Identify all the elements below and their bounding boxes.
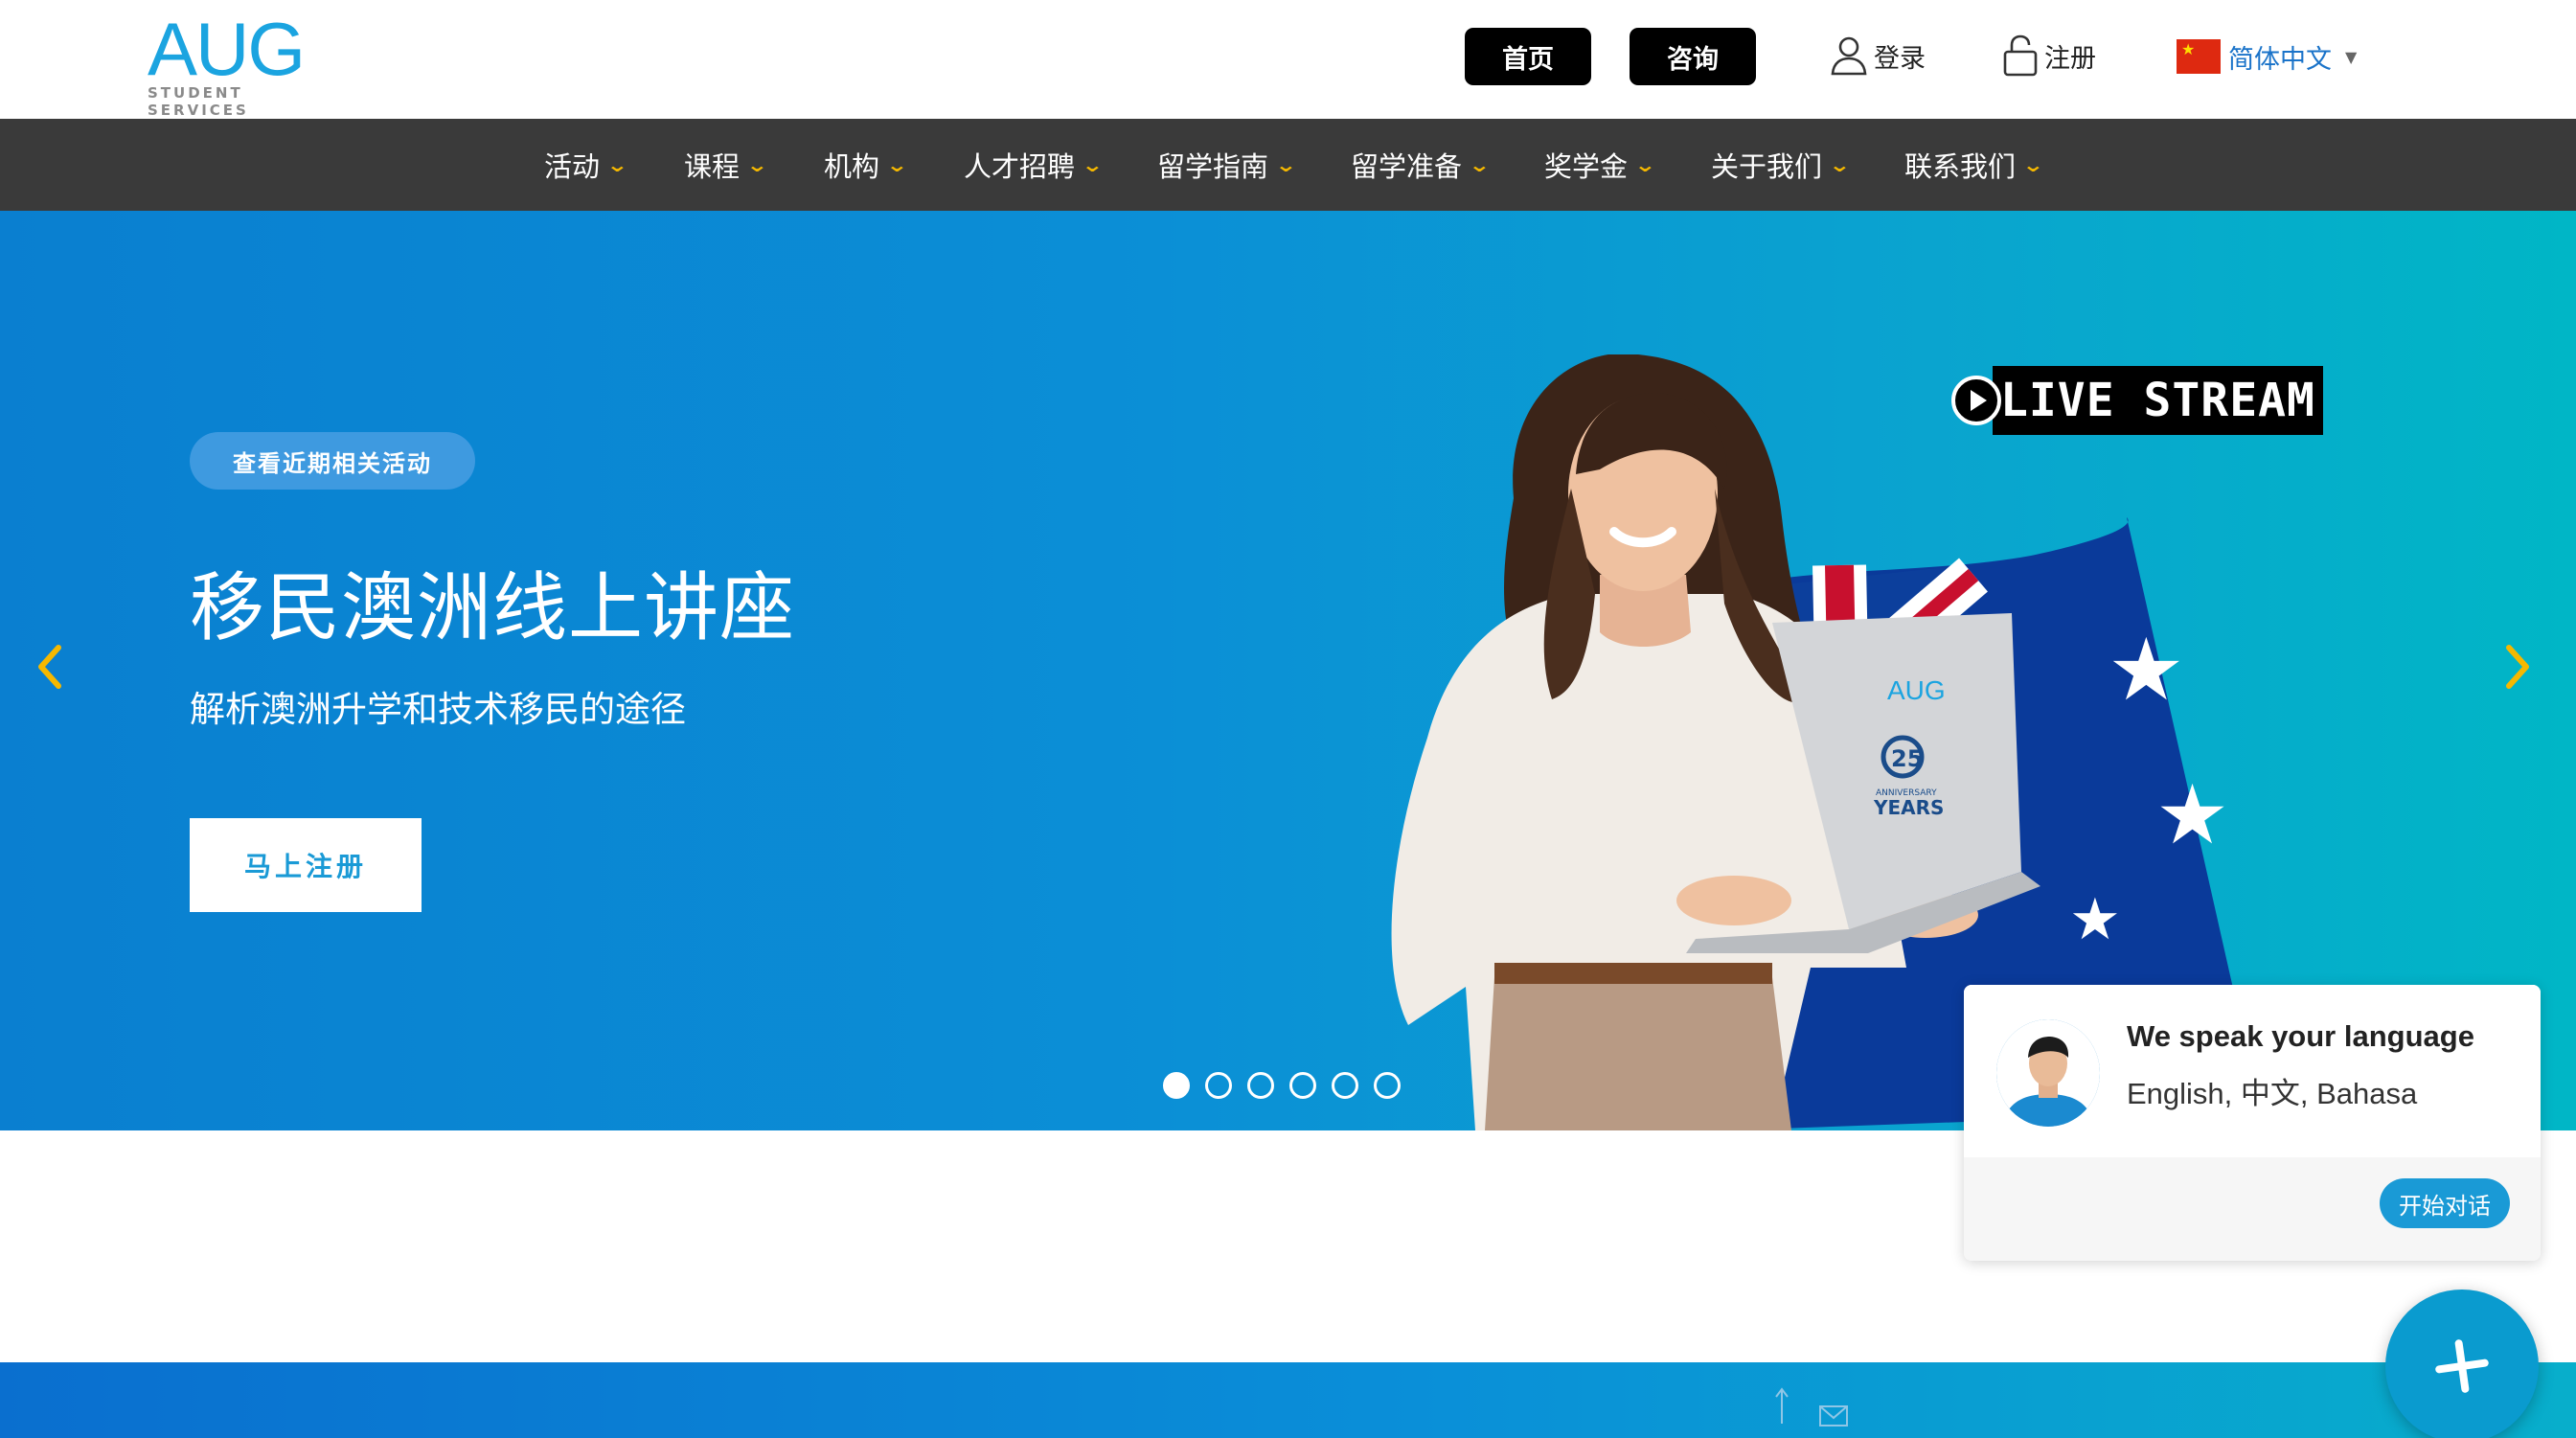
user-icon (1831, 36, 1867, 76)
chat-widget-header: We speak your language English, 中文, Baha… (1964, 985, 2541, 1157)
upcoming-events-pill[interactable]: 查看近期相关活动 (190, 432, 475, 490)
nav-item-study-guide[interactable]: 留学指南 ⌄ (1157, 119, 1298, 211)
hero-title: 移民澳洲线上讲座 (190, 565, 796, 651)
carousel-dot[interactable] (1289, 1072, 1316, 1099)
next-section-band (0, 1362, 2576, 1438)
consult-button[interactable]: 咨询 (1630, 28, 1756, 85)
register-link[interactable]: 注册 (2002, 33, 2096, 79)
chevron-down-icon: ⌄ (605, 153, 629, 176)
logo-subtitle: STUDENT SERVICES (148, 84, 249, 119)
live-stream-badge: LIVE STREAM (1950, 364, 2323, 437)
language-selector[interactable]: 简体中文 ▼ (2177, 34, 2357, 79)
chevron-down-icon: ⌄ (1274, 153, 1298, 176)
caret-down-icon: ▼ (2345, 47, 2358, 66)
chevron-down-icon: ⌄ (885, 153, 909, 176)
carousel-dot[interactable] (1205, 1072, 1232, 1099)
nav-item-label: 关于我们 (1711, 150, 1823, 183)
language-label: 简体中文 (2228, 44, 2332, 75)
chevron-down-icon: ⌄ (1633, 153, 1657, 176)
login-link[interactable]: 登录 (1830, 33, 1926, 79)
nav-item-scholarships[interactable]: 奖学金 ⌄ (1544, 119, 1657, 211)
nav-item-label: 机构 (824, 150, 880, 183)
register-now-button[interactable]: 马上注册 (190, 818, 422, 912)
woman-with-laptop-image: AUG 25 ANNIVERSARY YEARS (1391, 354, 2040, 1130)
top-header: AUG STUDENT SERVICES 首页 咨询 登录 注册 简体中文 ▼ (0, 0, 2576, 119)
page: AUG STUDENT SERVICES 首页 咨询 登录 注册 简体中文 ▼ (0, 0, 2576, 1438)
chat-languages: English, 中文, Bahasa (2127, 1077, 2418, 1110)
hero-subtitle: 解析澳洲升学和技术移民的途径 (190, 689, 686, 730)
laptop-years-text: YEARS (1873, 796, 1944, 819)
nav-item-label: 人才招聘 (964, 150, 1076, 183)
carousel-dot[interactable] (1374, 1072, 1401, 1099)
envelope-icon (1775, 1387, 1848, 1427)
nav-item-label: 联系我们 (1904, 150, 2017, 183)
carousel-next-arrow-icon[interactable] (2498, 638, 2537, 696)
svg-text:★: ★ (2108, 620, 2185, 720)
nav-item-label: 奖学金 (1544, 150, 1629, 183)
chat-title: We speak your language (2127, 1019, 2474, 1053)
chevron-down-icon: ⌄ (2021, 153, 2045, 176)
nav-item-contact[interactable]: 联系我们 ⌄ (1904, 119, 2045, 211)
nav-item-label: 留学准备 (1351, 150, 1463, 183)
china-flag-icon (2177, 39, 2221, 74)
nav-item-label: 课程 (684, 150, 741, 183)
agent-avatar (1996, 1019, 2100, 1127)
nav-item-about[interactable]: 关于我们 ⌄ (1711, 119, 1852, 211)
logo-mark: AUG (148, 7, 306, 91)
aug-logo[interactable]: AUG STUDENT SERVICES (148, 7, 335, 119)
nav-item-institutions[interactable]: 机构 ⌄ (824, 119, 909, 211)
carousel-dot[interactable] (1163, 1072, 1190, 1099)
carousel-dot[interactable] (1247, 1072, 1274, 1099)
home-button[interactable]: 首页 (1465, 28, 1591, 85)
chat-widget: We speak your language English, 中文, Baha… (1964, 985, 2541, 1261)
chat-widget-footer: 开始对话 (1964, 1157, 2541, 1261)
chevron-down-icon: ⌄ (1828, 153, 1852, 176)
register-label: 注册 (2044, 43, 2096, 74)
chevron-down-icon: ⌄ (745, 153, 769, 176)
live-stream-text: LIVE STREAM (1993, 366, 2323, 435)
chevron-down-icon: ⌄ (1468, 153, 1492, 176)
carousel-dots (1163, 1072, 1401, 1099)
carousel-dot[interactable] (1332, 1072, 1358, 1099)
start-chat-button[interactable]: 开始对话 (2380, 1178, 2510, 1228)
chat-toggle-button[interactable] (2385, 1290, 2539, 1438)
nav-item-activities[interactable]: 活动 ⌄ (544, 119, 629, 211)
laptop-25-text: 25 (1891, 745, 1923, 772)
nav-item-label: 留学指南 (1157, 150, 1269, 183)
nav-item-courses[interactable]: 课程 ⌄ (684, 119, 769, 211)
svg-text:★: ★ (2155, 767, 2229, 863)
main-nav: 活动 ⌄ 课程 ⌄ 机构 ⌄ 人才招聘 ⌄ 留学指南 ⌄ 留学准备 ⌄ 奖学金 … (0, 119, 2576, 211)
nav-item-careers[interactable]: 人才招聘 ⌄ (964, 119, 1105, 211)
nav-item-label: 活动 (544, 150, 601, 183)
play-circle-icon (1951, 376, 2001, 425)
login-label: 登录 (1874, 43, 1926, 74)
carousel-prev-arrow-icon[interactable] (31, 638, 69, 696)
lock-icon (2003, 34, 2038, 77)
chevron-down-icon: ⌄ (1081, 153, 1105, 176)
nav-item-preparation[interactable]: 留学准备 ⌄ (1351, 119, 1492, 211)
laptop-aug-text: AUG (1887, 675, 1946, 705)
